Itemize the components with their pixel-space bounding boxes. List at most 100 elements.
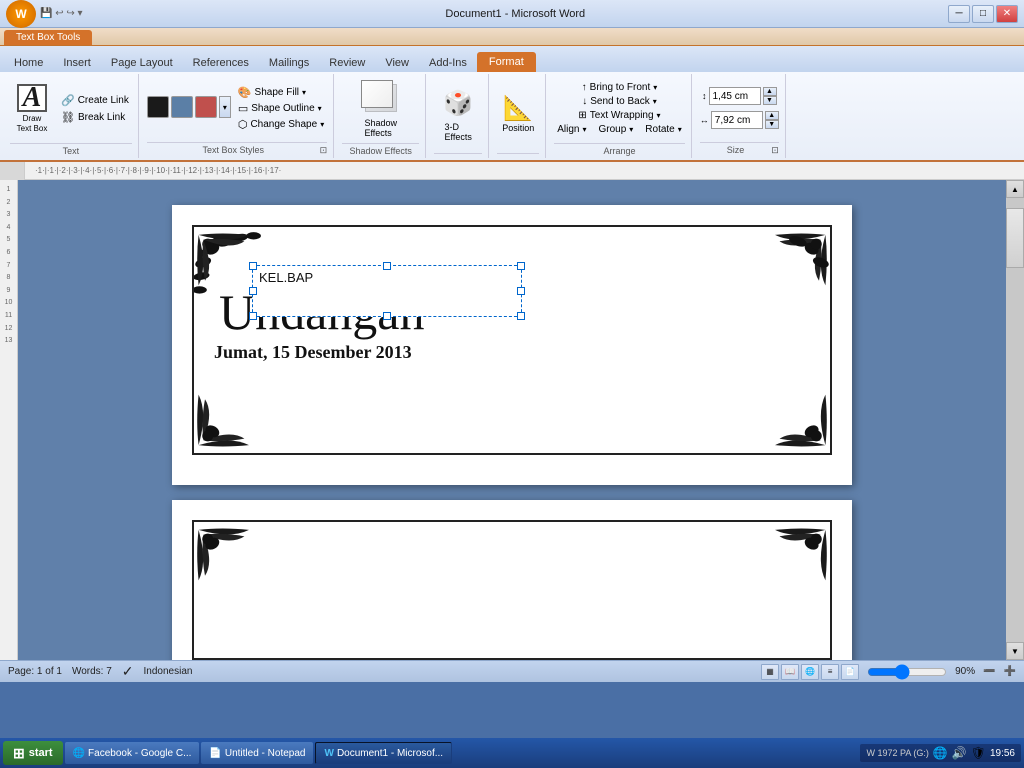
print-layout-btn[interactable]: ▦ [761,664,779,680]
scroll-down-arrow[interactable]: ▼ [1006,642,1024,660]
tab-add-ins[interactable]: Add-Ins [419,54,477,72]
tab-insert[interactable]: Insert [53,54,101,72]
tab-mailings[interactable]: Mailings [259,54,319,72]
handle-bottom-middle[interactable] [383,312,391,320]
taskbar-facebook[interactable]: 🌐 Facebook - Google C... [65,742,200,764]
position-button[interactable]: 📐 Position [498,92,538,135]
send-to-back-button[interactable]: ↓Send to Back▾ [579,95,660,108]
change-shape-button[interactable]: ⬡ Change Shape ▾ [235,117,327,132]
shape-fill-button[interactable]: 🎨 Shape Fill ▾ [235,85,327,100]
tab-references[interactable]: References [183,54,259,72]
page-status: Page: 1 of 1 [8,666,62,677]
full-reading-btn[interactable]: 📖 [781,664,799,680]
handle-middle-right[interactable] [517,287,525,295]
office-button[interactable]: W [6,0,36,28]
tray-network[interactable]: 🌐 [933,746,948,760]
taskbar-word[interactable]: W Document1 - Microsof... [315,742,452,764]
tab-home[interactable]: Home [4,54,53,72]
vertical-scrollbar[interactable]: ▲ ▼ [1006,180,1024,660]
title-bar-left: W 💾 ↩ ↪ ▾ [6,0,83,28]
handle-top-middle[interactable] [383,262,391,270]
handle-middle-left[interactable] [249,287,257,295]
status-bar: Page: 1 of 1 Words: 7 ✓ Indonesian ▦ 📖 🌐… [0,660,1024,682]
date-text: Jumat, 15 Desember 2013 [204,342,820,363]
tray-shield[interactable]: 🛡 [971,746,986,760]
shadow-effects-button[interactable]: ShadowEffects [355,77,407,141]
color-swatch-red[interactable] [195,96,217,118]
group-text: A DrawText Box 🔗 Create Link ⛓ Break Lin… [4,74,139,158]
tab-page-layout[interactable]: Page Layout [101,54,183,72]
window-controls: ─ □ ✕ [948,5,1018,23]
height-input[interactable] [709,87,761,105]
close-button[interactable]: ✕ [996,5,1018,23]
page-2 [172,500,852,660]
handle-bottom-left[interactable] [249,312,257,320]
zoom-plus[interactable]: ➕ [1004,666,1016,677]
arrange-group-label: Arrange [554,143,685,156]
outline-btn[interactable]: ≡ [821,664,839,680]
maximize-button[interactable]: □ [972,5,994,23]
taskbar-notepad[interactable]: 📄 Untitled - Notepad [201,742,313,764]
color-swatches: ▾ [147,96,231,120]
text-actions: 🔗 Create Link ⛓ Break Link [58,93,132,125]
handle-top-left[interactable] [249,262,257,270]
color-dropdown-arrow[interactable]: ▾ [219,96,231,118]
view-buttons: ▦ 📖 🌐 ≡ 📄 [761,664,859,680]
minimize-button[interactable]: ─ [948,5,970,23]
align-button[interactable]: Align▾ [554,123,589,136]
rotate-button[interactable]: Rotate▾ [642,123,684,136]
3d-effects-button[interactable]: 🎲 3-DEffects [434,83,482,145]
proofing-icon[interactable]: ✓ [122,663,134,680]
height-up-button[interactable]: ▲ [763,87,777,96]
ruler-area: /* ruler ticks rendered below */ ·1·|·1·… [0,162,1024,180]
web-layout-btn[interactable]: 🌐 [801,664,819,680]
size-expand[interactable]: ⊡ [771,145,779,156]
document-area[interactable]: KEL.BAP Undangan Jumat, 15 Desember 2013 [18,180,1006,660]
scroll-up-arrow[interactable]: ▲ [1006,180,1024,198]
break-link-button[interactable]: ⛓ Break Link [58,110,132,125]
ruler-label: ·1·|·1·|·2·|·3·|·4·|·5·|·6·|·7·|·8·|·9·|… [25,166,281,175]
ribbon: A DrawText Box 🔗 Create Link ⛓ Break Lin… [0,72,1024,162]
width-input[interactable] [711,111,763,129]
textbox-styles-expand[interactable]: ⊡ [320,145,328,156]
textbox-tools-context: Text Box Tools [4,30,92,45]
size-content: ↕ ▲ ▼ ↔ ▲ ▼ [700,76,779,140]
draft-btn[interactable]: 📄 [841,664,859,680]
p2-ornament-top-right [720,522,830,602]
scroll-thumb[interactable] [1006,208,1024,268]
language-status[interactable]: Indonesian [144,666,193,677]
ruler-corner [0,162,25,180]
group-size: ↕ ▲ ▼ ↔ ▲ ▼ Size ⊡ [694,74,786,158]
text-group-label: Text [10,143,132,156]
text-box-selected[interactable]: KEL.BAP [252,265,522,317]
bring-to-front-button[interactable]: ↑Bring to Front▾ [579,81,661,94]
group-button[interactable]: Group▾ [595,123,636,136]
tab-format[interactable]: Format [477,52,536,72]
handle-bottom-right[interactable] [517,312,525,320]
width-up-button[interactable]: ▲ [765,111,779,120]
tab-view[interactable]: View [375,54,419,72]
position-label: Position [502,123,534,133]
width-down-button[interactable]: ▼ [765,120,779,129]
height-spinners: ▲ ▼ [763,87,777,105]
tab-review[interactable]: Review [319,54,375,72]
create-link-button[interactable]: 🔗 Create Link [58,93,132,108]
3d-effects-label: 3-DEffects [445,122,472,142]
text-wrapping-button[interactable]: ⊞Text Wrapping▾ [575,109,663,122]
zoom-minus[interactable]: ➖ [983,666,995,677]
main-area: 12345678910111213 [0,180,1024,660]
height-down-button[interactable]: ▼ [763,96,777,105]
handle-top-right[interactable] [517,262,525,270]
color-swatch-black[interactable] [147,96,169,118]
shape-outline-button[interactable]: ▭ Shape Outline ▾ [235,101,327,116]
context-tab-area: Text Box Tools [0,28,1024,46]
ornament-top-right [720,227,830,307]
page-1: KEL.BAP Undangan Jumat, 15 Desember 2013 [172,205,852,485]
3d-content: 🎲 3-DEffects [434,76,482,151]
shadow-content: ShadowEffects [342,76,419,141]
tray-sound[interactable]: 🔊 [952,746,967,760]
zoom-slider[interactable] [867,666,947,678]
start-button[interactable]: ⊞ start [3,741,63,765]
color-swatch-blue[interactable] [171,96,193,118]
draw-text-box-button[interactable]: A DrawText Box [10,82,54,135]
